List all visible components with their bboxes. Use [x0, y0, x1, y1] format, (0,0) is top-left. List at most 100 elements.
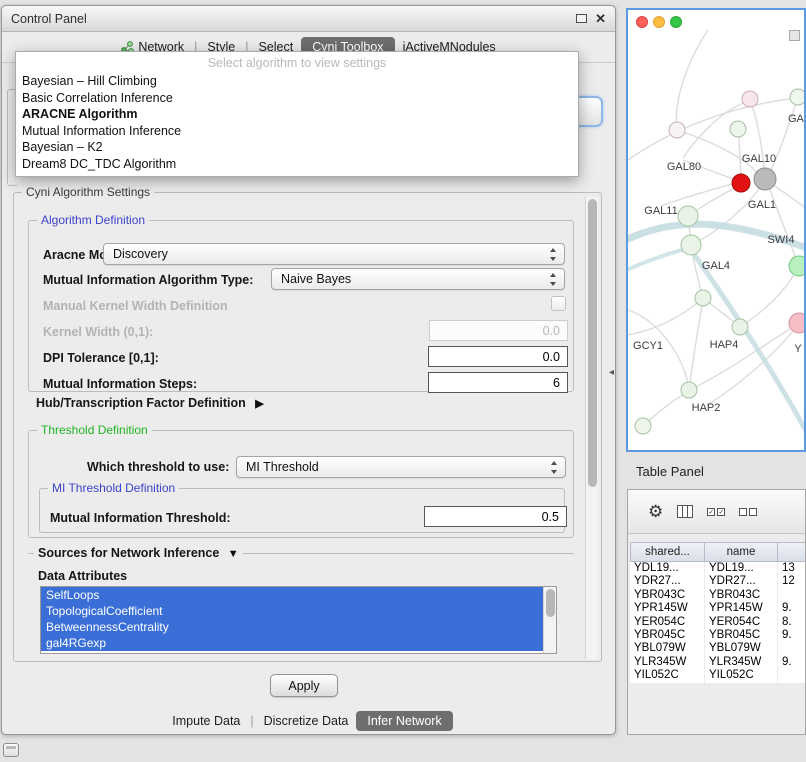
column-header-shared-name[interactable]: shared...: [630, 542, 705, 562]
splitter-arrow-icon[interactable]: ◂: [609, 367, 614, 378]
table-row[interactable]: YPR145W YPR145W 9.: [630, 602, 806, 615]
network-node-gray[interactable]: [754, 168, 776, 190]
cell-name[interactable]: YDR27...: [705, 575, 778, 588]
cell-shared-name[interactable]: YIL052C: [630, 669, 705, 682]
cell-shared-name[interactable]: YDR27...: [630, 575, 705, 588]
network-node-red[interactable]: [732, 174, 750, 192]
hub-section-header[interactable]: Hub/Transcription Factor Definition ▶: [36, 396, 264, 410]
network-node-pink[interactable]: [789, 313, 806, 333]
apply-button[interactable]: Apply: [270, 674, 338, 697]
cell-shared-name[interactable]: YBR043C: [630, 589, 705, 602]
settings-scrollbar[interactable]: [585, 197, 598, 659]
network-node[interactable]: [669, 122, 685, 138]
select-all-icon[interactable]: ✓ ✓: [707, 508, 725, 516]
close-window-icon[interactable]: [636, 16, 648, 28]
deselect-all-icon[interactable]: [739, 508, 757, 516]
cell-name[interactable]: YLR345W: [705, 656, 778, 669]
tab-discretize-data[interactable]: Discretize Data: [256, 711, 357, 731]
cell-shared-name[interactable]: YLR345W: [630, 656, 705, 669]
cell-name[interactable]: YER054C: [705, 616, 778, 629]
attribute-item-selected[interactable]: TopologicalCoefficient: [41, 603, 543, 619]
table-row[interactable]: YBR045C YBR045C 9.: [630, 629, 806, 642]
cell-value[interactable]: 9.: [778, 656, 806, 669]
collapsed-arrow-icon: ▶: [255, 397, 263, 410]
minimize-window-icon[interactable]: [653, 16, 665, 28]
cell-value[interactable]: [778, 589, 806, 602]
sources-section-header[interactable]: Sources for Network Inference ▼: [34, 546, 243, 560]
network-node[interactable]: [635, 418, 651, 434]
attributes-scrollbar-thumb[interactable]: [546, 589, 555, 617]
cell-value[interactable]: [778, 642, 806, 655]
network-node[interactable]: [678, 206, 698, 226]
tab-impute-data-label: Impute Data: [172, 714, 240, 728]
tab-infer-network-label: Infer Network: [367, 714, 441, 728]
cell-name[interactable]: YIL052C: [705, 669, 778, 682]
column-header-name[interactable]: name: [705, 542, 778, 562]
tab-impute-data[interactable]: Impute Data: [164, 711, 248, 731]
dpi-tolerance-field[interactable]: 0.0: [428, 346, 568, 367]
algorithm-option[interactable]: Dream8 DC_TDC Algorithm: [16, 156, 578, 173]
table-row[interactable]: YLR345W YLR345W 9.: [630, 656, 806, 669]
cell-shared-name[interactable]: YPR145W: [630, 602, 705, 615]
zoom-window-icon[interactable]: [670, 16, 682, 28]
cell-name[interactable]: YPR145W: [705, 602, 778, 615]
network-node[interactable]: [681, 382, 697, 398]
cell-name[interactable]: YDL19...: [705, 562, 778, 575]
column-browser-icon[interactable]: [677, 505, 693, 518]
float-window-icon[interactable]: [576, 14, 587, 23]
mi-algorithm-type-select[interactable]: Naive Bayes: [271, 268, 565, 290]
network-node[interactable]: [681, 235, 701, 255]
algorithm-option[interactable]: Bayesian – Hill Climbing: [16, 73, 578, 90]
table-row[interactable]: YBR043C YBR043C: [630, 589, 806, 602]
network-node[interactable]: [732, 319, 748, 335]
network-node[interactable]: [790, 89, 806, 105]
network-node-labels: GAL GAL80 GAL10 GAL11 GAL1 SWI4 GAL4 GCY…: [633, 113, 806, 414]
restore-panel-icon[interactable]: [3, 743, 19, 757]
table-row[interactable]: YDR27... YDR27... 12: [630, 575, 806, 588]
cell-name[interactable]: YBR043C: [705, 589, 778, 602]
attributes-list-scrollbar[interactable]: [543, 587, 556, 653]
tab-discretize-data-label: Discretize Data: [264, 714, 349, 728]
tab-infer-network[interactable]: Infer Network: [356, 711, 452, 731]
cell-name[interactable]: YBR045C: [705, 629, 778, 642]
cell-value[interactable]: 9.: [778, 602, 806, 615]
column-header-clipped[interactable]: [778, 542, 806, 562]
algorithm-option[interactable]: Bayesian – K2: [16, 139, 578, 156]
table-row[interactable]: YBL079W YBL079W: [630, 642, 806, 655]
network-view-panel[interactable]: GAL GAL80 GAL10 GAL11 GAL1 SWI4 GAL4 GCY…: [626, 8, 806, 452]
cell-shared-name[interactable]: YBR045C: [630, 629, 705, 642]
algorithm-option[interactable]: Basic Correlation Inference: [16, 90, 578, 107]
cell-value[interactable]: [778, 669, 806, 682]
table-row[interactable]: YER054C YER054C 8.: [630, 616, 806, 629]
which-threshold-select[interactable]: MI Threshold: [236, 456, 566, 478]
tab-separator: |: [248, 714, 255, 728]
attribute-item-selected[interactable]: BetweennessCentrality: [41, 619, 543, 635]
network-node[interactable]: [695, 290, 711, 306]
network-node[interactable]: [742, 91, 758, 107]
mi-steps-field[interactable]: 6: [428, 372, 568, 393]
settings-scrollbar-thumb[interactable]: [588, 199, 597, 487]
empty-box-glyph: [749, 508, 757, 516]
algorithm-option[interactable]: Mutual Information Inference: [16, 123, 578, 140]
close-icon[interactable]: ✕: [595, 12, 606, 25]
cell-value[interactable]: 12: [778, 575, 806, 588]
cell-value[interactable]: 9.: [778, 629, 806, 642]
network-scroll-corner: [789, 30, 800, 41]
aracne-mode-select[interactable]: Discovery: [103, 243, 565, 265]
gear-icon[interactable]: ⚙: [648, 503, 663, 520]
network-node-green[interactable]: [789, 256, 806, 276]
table-row[interactable]: YIL052C YIL052C: [630, 669, 806, 682]
cell-value[interactable]: 13: [778, 562, 806, 575]
network-node[interactable]: [730, 121, 746, 137]
table-row[interactable]: YDL19... YDL19... 13: [630, 562, 806, 575]
checked-box-glyph: ✓: [717, 508, 725, 516]
cell-shared-name[interactable]: YBL079W: [630, 642, 705, 655]
algorithm-option-selected[interactable]: ARACNE Algorithm: [16, 106, 578, 123]
attribute-item-selected[interactable]: gal4RGexp: [41, 635, 543, 651]
cell-name[interactable]: YBL079W: [705, 642, 778, 655]
cell-shared-name[interactable]: YDL19...: [630, 562, 705, 575]
cell-shared-name[interactable]: YER054C: [630, 616, 705, 629]
attribute-item-selected[interactable]: SelfLoops: [41, 587, 543, 603]
mi-threshold-field[interactable]: 0.5: [424, 506, 567, 527]
cell-value[interactable]: 8.: [778, 616, 806, 629]
